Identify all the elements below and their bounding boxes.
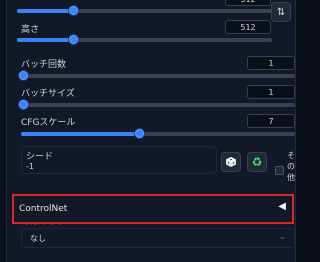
height-slider[interactable] bbox=[17, 35, 272, 44]
swap-icon: ⇅ bbox=[276, 6, 286, 18]
extra-seed-checkbox[interactable] bbox=[275, 166, 284, 175]
settings-panel: 512 ⇅ 高さ 512 バッチ回数 1 バッチサイズ 1 CFGスケール 7 bbox=[2, 0, 298, 262]
seed-field[interactable]: シード -1 bbox=[21, 146, 217, 174]
cfg-scale-slider[interactable] bbox=[21, 129, 295, 138]
height-number-input[interactable]: 512 bbox=[225, 20, 271, 34]
controlnet-toggle-icon[interactable]: ◀ bbox=[278, 201, 286, 212]
swap-dimensions-button[interactable]: ⇅ bbox=[271, 2, 291, 22]
height-slider-fill bbox=[17, 38, 73, 42]
controlnet-accordion[interactable]: ControlNet ◀ bbox=[12, 194, 294, 224]
dice-icon bbox=[226, 157, 236, 167]
seed-label: シード bbox=[26, 152, 54, 162]
random-seed-button[interactable] bbox=[221, 152, 241, 172]
extra-label-2: の bbox=[287, 162, 295, 171]
height-slider-thumb[interactable] bbox=[69, 35, 78, 44]
cfg-scale-label: CFGスケール bbox=[21, 118, 76, 128]
cfg-scale-slider-thumb[interactable] bbox=[135, 129, 144, 138]
width-slider[interactable] bbox=[17, 6, 272, 15]
batch-size-label: バッチサイズ bbox=[21, 89, 75, 99]
height-label: 高さ bbox=[21, 25, 40, 35]
cfg-scale-slider-fill bbox=[21, 132, 139, 136]
cfg-scale-input[interactable]: 7 bbox=[247, 114, 295, 128]
recycle-icon: ♻ bbox=[251, 155, 263, 169]
batch-count-slider-thumb[interactable] bbox=[19, 71, 28, 80]
script-dropdown[interactable]: なし ⌄ bbox=[21, 228, 295, 248]
width-number-input[interactable]: 512 bbox=[225, 0, 271, 6]
script-selected-value: なし bbox=[30, 234, 46, 243]
batch-count-input[interactable]: 1 bbox=[247, 56, 295, 70]
extra-label-3: 他 bbox=[287, 173, 295, 182]
batch-size-slider-thumb[interactable] bbox=[19, 100, 28, 109]
batch-size-input[interactable]: 1 bbox=[247, 85, 295, 99]
controlnet-label: ControlNet bbox=[19, 204, 68, 214]
reuse-seed-button[interactable]: ♻ bbox=[247, 152, 267, 172]
batch-size-slider[interactable] bbox=[19, 100, 295, 109]
batch-count-slider[interactable] bbox=[19, 71, 295, 80]
width-slider-thumb[interactable] bbox=[69, 6, 78, 15]
chevron-down-icon: ⌄ bbox=[279, 232, 286, 241]
batch-count-label: バッチ回数 bbox=[21, 60, 67, 70]
extra-label-1: そ bbox=[287, 151, 295, 160]
seed-value[interactable]: -1 bbox=[26, 162, 34, 171]
width-slider-fill bbox=[17, 9, 73, 13]
